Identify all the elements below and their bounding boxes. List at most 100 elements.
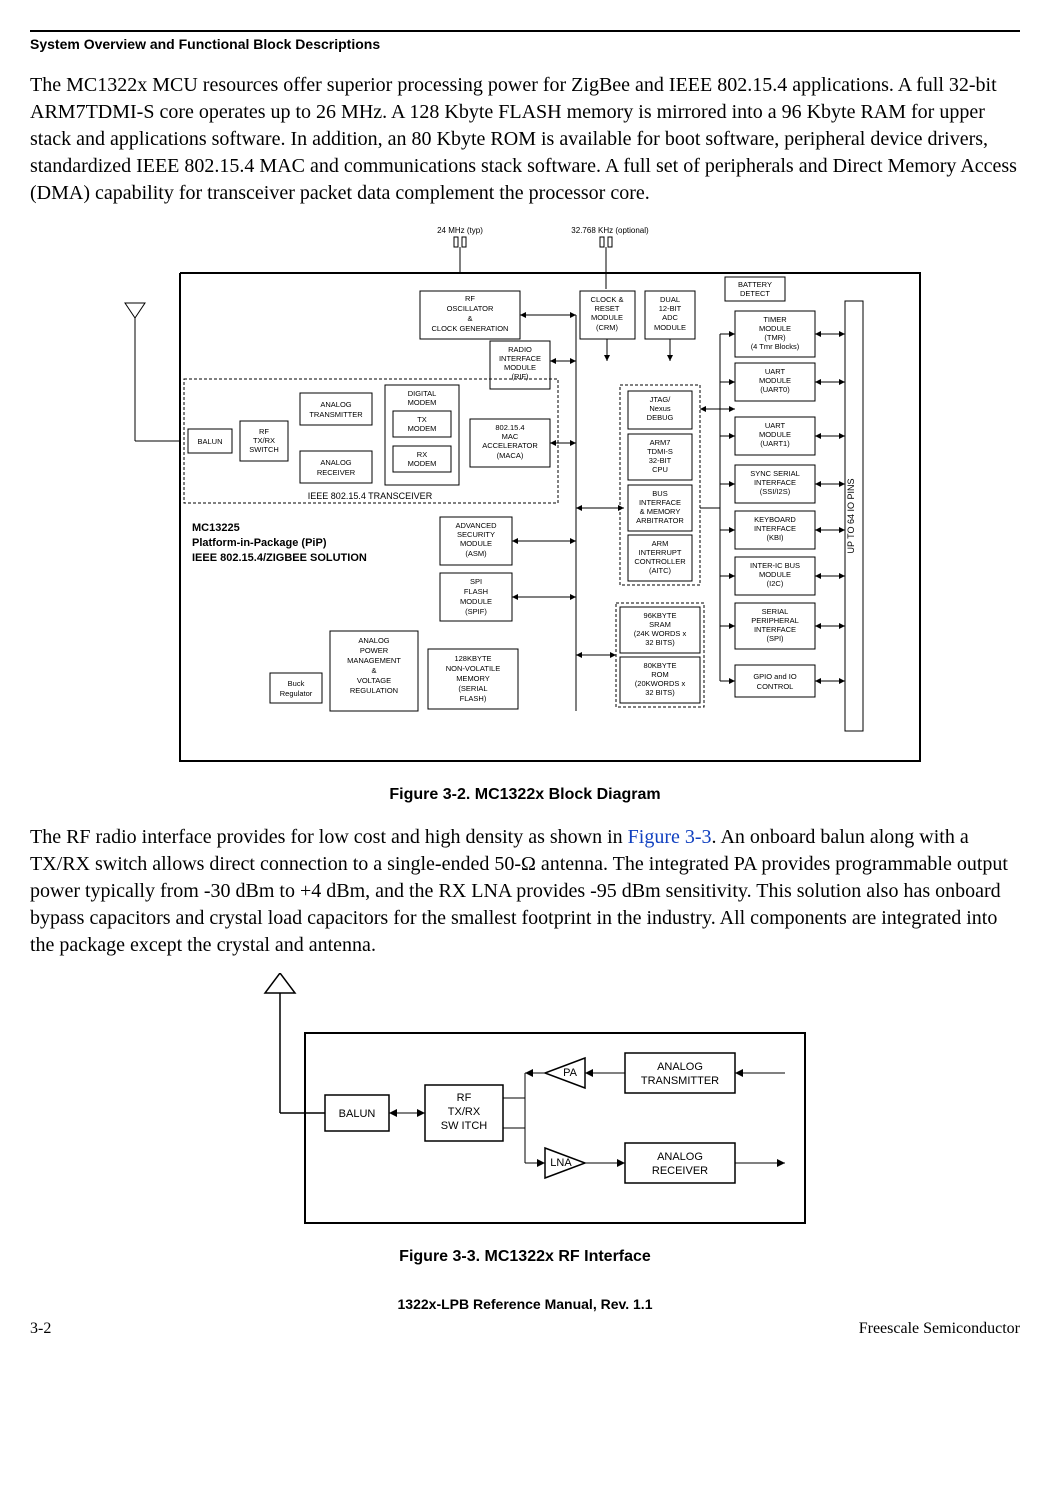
- paragraph-1: The MC1322x MCU resources offer superior…: [30, 72, 1020, 207]
- pa: PA: [563, 1067, 578, 1079]
- svg-text:MODULE: MODULE: [460, 539, 492, 548]
- transceiver-label: IEEE 802.15.4 TRANSCEIVER: [308, 491, 433, 501]
- svg-text:FLASH): FLASH): [460, 694, 487, 703]
- svg-text:(MACA): (MACA): [497, 451, 524, 460]
- svg-text:MODULE: MODULE: [759, 570, 791, 579]
- mc13225-title-l2: Platform-in-Package (PiP): [192, 537, 327, 549]
- figure-3-2-caption: Figure 3-2. MC1322x Block Diagram: [30, 786, 1020, 804]
- svg-text:RECEIVER: RECEIVER: [652, 1165, 708, 1177]
- svg-text:DEBUG: DEBUG: [647, 413, 674, 422]
- svg-text:DETECT: DETECT: [740, 289, 770, 298]
- svg-text:SERIAL: SERIAL: [762, 607, 789, 616]
- svg-text:80KBYTE: 80KBYTE: [644, 661, 677, 670]
- svg-text:ARBITRATOR: ARBITRATOR: [636, 516, 684, 525]
- svg-text:(TMR): (TMR): [764, 333, 786, 342]
- svg-text:INTERRUPT: INTERRUPT: [639, 548, 682, 557]
- svg-text:ADVANCED: ADVANCED: [455, 521, 497, 530]
- svg-text:32-BIT: 32-BIT: [649, 456, 672, 465]
- svg-text:(20KWORDS x: (20KWORDS x: [635, 679, 686, 688]
- svg-text:INTERFACE: INTERFACE: [639, 498, 681, 507]
- svg-text:CLOCK &: CLOCK &: [591, 295, 624, 304]
- svg-text:TX/RX: TX/RX: [253, 436, 275, 445]
- svg-text:INTERFACE: INTERFACE: [499, 354, 541, 363]
- svg-text:802.15.4: 802.15.4: [495, 423, 524, 432]
- figure-3-3: BALUN RF TX/RX SW ITCH PA LNA ANALOG TRA…: [30, 973, 1020, 1238]
- svg-text:PERIPHERAL: PERIPHERAL: [751, 616, 799, 625]
- svg-text:CONTROLLER: CONTROLLER: [634, 557, 686, 566]
- footer-manual-title: 1322x-LPB Reference Manual, Rev. 1.1: [30, 1296, 1020, 1312]
- svg-text:& MEMORY: & MEMORY: [640, 507, 681, 516]
- svg-text:SYNC SERIAL: SYNC SERIAL: [750, 469, 800, 478]
- section-header: System Overview and Functional Block Des…: [30, 36, 1020, 52]
- svg-text:TRANSMITTER: TRANSMITTER: [309, 410, 363, 419]
- svg-text:TRANSMITTER: TRANSMITTER: [641, 1075, 719, 1087]
- svg-text:32 BITS): 32 BITS): [645, 688, 675, 697]
- svg-text:FLASH: FLASH: [464, 587, 488, 596]
- svg-text:128KBYTE: 128KBYTE: [454, 654, 491, 663]
- io-pins-label: UP TO 64 IO PINS: [846, 478, 856, 553]
- svg-text:GPIO and IO: GPIO and IO: [753, 672, 797, 681]
- svg-text:DIGITAL: DIGITAL: [408, 389, 437, 398]
- svg-text:TX/RX: TX/RX: [448, 1106, 481, 1118]
- clock-24mhz-label: 24 MHz (typ): [437, 226, 483, 235]
- svg-text:(CRM): (CRM): [596, 323, 619, 332]
- mc13225-title-l1: MC13225: [192, 522, 240, 534]
- svg-text:MODEM: MODEM: [408, 424, 437, 433]
- balun-label: BALUN: [197, 437, 222, 446]
- svg-text:(I2C): (I2C): [767, 579, 784, 588]
- svg-text:(SERIAL: (SERIAL: [458, 684, 487, 693]
- footer-page-number: 3-2: [30, 1320, 51, 1338]
- svg-text:Buck: Buck: [288, 679, 305, 688]
- svg-text:RF: RF: [457, 1092, 472, 1104]
- svg-text:MODULE: MODULE: [504, 363, 536, 372]
- svg-text:MAC: MAC: [502, 432, 519, 441]
- svg-text:ROM: ROM: [651, 670, 669, 679]
- svg-text:ANALOG: ANALOG: [657, 1151, 703, 1163]
- svg-text:RF: RF: [465, 294, 475, 303]
- svg-text:SECURITY: SECURITY: [457, 530, 495, 539]
- svg-text:(4 Tmr Blocks): (4 Tmr Blocks): [751, 342, 800, 351]
- svg-text:(AITC): (AITC): [649, 566, 672, 575]
- svg-text:(SPI): (SPI): [766, 634, 784, 643]
- mc13225-title-l3: IEEE 802.15.4/ZIGBEE SOLUTION: [192, 552, 367, 564]
- svg-text:(KBI): (KBI): [766, 533, 784, 542]
- svg-text:(UART0): (UART0): [760, 385, 790, 394]
- svg-text:POWER: POWER: [360, 646, 389, 655]
- svg-text:CPU: CPU: [652, 465, 668, 474]
- figure-3-2: 24 MHz (typ) 32.768 KHz (optional): [30, 221, 1020, 776]
- svg-text:SPI: SPI: [470, 577, 482, 586]
- svg-text:ANALOG: ANALOG: [320, 458, 351, 467]
- figure-3-3-link[interactable]: Figure 3-3: [628, 826, 712, 848]
- lna: LNA: [550, 1157, 572, 1169]
- svg-text:TDMI-S: TDMI-S: [647, 447, 673, 456]
- svg-text:ARM: ARM: [652, 539, 669, 548]
- svg-text:SWITCH: SWITCH: [249, 445, 279, 454]
- svg-text:ANALOG: ANALOG: [358, 636, 389, 645]
- svg-text:TX: TX: [417, 415, 427, 424]
- svg-text:RECEIVER: RECEIVER: [317, 468, 356, 477]
- svg-text:BATTERY: BATTERY: [738, 280, 772, 289]
- footer-company: Freescale Semiconductor: [859, 1320, 1020, 1338]
- svg-text:MODULE: MODULE: [759, 430, 791, 439]
- figure-3-3-caption: Figure 3-3. MC1322x RF Interface: [30, 1248, 1020, 1266]
- svg-text:12-BIT: 12-BIT: [659, 304, 682, 313]
- svg-text:MODULE: MODULE: [759, 376, 791, 385]
- svg-text:ANALOG: ANALOG: [320, 400, 351, 409]
- svg-text:MODULE: MODULE: [759, 324, 791, 333]
- svg-text:SW ITCH: SW ITCH: [441, 1120, 487, 1132]
- svg-text:MODEM: MODEM: [408, 459, 437, 468]
- svg-text:RESET: RESET: [594, 304, 619, 313]
- svg-text:ANALOG: ANALOG: [657, 1061, 703, 1073]
- svg-text:DUAL: DUAL: [660, 295, 680, 304]
- svg-text:BUS: BUS: [652, 489, 667, 498]
- svg-text:INTERFACE: INTERFACE: [754, 478, 796, 487]
- svg-text:RADIO: RADIO: [508, 345, 532, 354]
- svg-text:MODULE: MODULE: [591, 313, 623, 322]
- svg-text:JTAG/: JTAG/: [650, 395, 672, 404]
- svg-text:INTERFACE: INTERFACE: [754, 524, 796, 533]
- svg-text:(24K WORDS x: (24K WORDS x: [634, 629, 687, 638]
- svg-text:32 BITS): 32 BITS): [645, 638, 675, 647]
- svg-text:MODULE: MODULE: [654, 323, 686, 332]
- svg-text:VOLTAGE: VOLTAGE: [357, 676, 391, 685]
- svg-text:INTER-IC BUS: INTER-IC BUS: [750, 561, 800, 570]
